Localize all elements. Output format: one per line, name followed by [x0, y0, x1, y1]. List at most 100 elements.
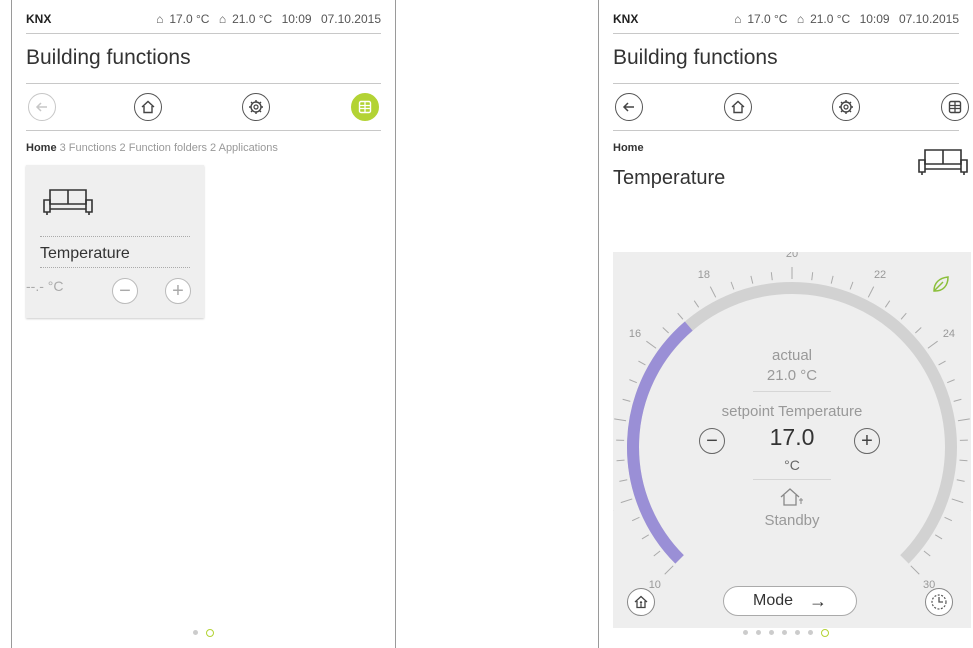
divider — [40, 236, 190, 237]
standby-house-icon — [780, 488, 803, 506]
back-button[interactable] — [615, 93, 643, 121]
setpoint-value: 17.0 — [769, 424, 815, 450]
arrow-right-icon: → — [809, 590, 828, 611]
dial-tick — [934, 534, 943, 540]
dial-tick — [910, 565, 920, 575]
thermostat-panel: 1012141618202224262830 actual 21.0 °C se… — [613, 252, 971, 628]
page-dot[interactable] — [193, 630, 198, 636]
house-person-icon — [634, 595, 648, 609]
breadcrumb-home[interactable]: Home — [613, 142, 644, 154]
dial-tick — [951, 498, 964, 504]
page-dot[interactable] — [769, 630, 774, 636]
page-dot[interactable] — [795, 630, 800, 636]
arrow-left-icon — [35, 102, 47, 112]
dial-label: 24 — [943, 328, 955, 340]
indoor-temp-icon: ⌂ — [218, 12, 227, 26]
function-title: Temperature — [613, 167, 726, 189]
home-button[interactable] — [724, 93, 752, 121]
divider — [26, 33, 381, 34]
settings-button[interactable] — [242, 93, 270, 121]
gear-icon — [839, 100, 853, 114]
grid-icon — [948, 100, 962, 114]
actual-label: actual — [771, 347, 813, 364]
dial-tick — [709, 286, 717, 298]
dial-tick — [730, 281, 735, 290]
dial-tick — [867, 286, 875, 298]
page-title: Building functions — [26, 46, 191, 69]
increase-setpoint-button[interactable]: + — [854, 428, 880, 454]
dial-tick — [619, 479, 628, 482]
presence-button[interactable] — [627, 588, 655, 616]
dial-tick — [923, 550, 931, 557]
indoor-temp: 21.0 °C — [810, 12, 851, 26]
page-indicator — [599, 624, 973, 642]
dial-label: 16 — [629, 328, 641, 340]
minus-icon: − — [706, 429, 718, 452]
clock-date: 07.10.2015 — [898, 12, 959, 26]
left-screen: KNX ⌂ 17.0 °C ⌂ 21.0 °C 10:09 07.10.2015 B… — [11, 0, 396, 648]
clock-time: 10:09 — [281, 12, 312, 26]
divider — [613, 33, 959, 34]
dial-tick — [915, 327, 922, 334]
mode-status: Standby — [764, 512, 820, 529]
mode-button[interactable]: Mode → — [723, 586, 857, 616]
increase-button[interactable]: + — [165, 278, 191, 304]
sofa-icon — [918, 149, 968, 175]
brand-label: KNX — [613, 12, 639, 26]
page-dot-current[interactable] — [206, 628, 214, 637]
outdoor-temp: 17.0 °C — [169, 12, 210, 26]
dial-label: 18 — [698, 269, 710, 281]
timer-button[interactable] — [925, 588, 953, 616]
grid-icon — [358, 100, 372, 114]
outdoor-temp-icon: ⌂ — [734, 12, 742, 26]
decrease-button[interactable]: − — [112, 278, 138, 304]
arrow-left-icon — [622, 102, 634, 112]
dial-tick — [664, 565, 674, 575]
status-bar: KNX ⌂ 17.0 °C ⌂ 21.0 °C 10:09 07.10.2015 — [613, 12, 959, 28]
home-icon — [141, 100, 155, 114]
breadcrumb-summary: 3 Functions 2 Function folders 2 Applica… — [59, 142, 278, 154]
dial-tick — [956, 479, 965, 482]
breadcrumb-home[interactable]: Home — [26, 142, 57, 154]
decrease-setpoint-button[interactable]: − — [699, 428, 725, 454]
page-indicator — [12, 624, 395, 642]
plus-icon: + — [172, 279, 184, 302]
dial-tick — [900, 312, 907, 320]
indoor-temp-icon: ⌂ — [796, 12, 805, 26]
page-dot[interactable] — [756, 630, 761, 636]
back-button[interactable] — [28, 93, 56, 121]
home-icon — [731, 100, 745, 114]
grid-view-button[interactable] — [351, 93, 379, 121]
right-screen: KNX ⌂ 17.0 °C ⌂ 21.0 °C 10:09 07.10.2015 B… — [598, 0, 973, 648]
page-dot[interactable] — [808, 630, 813, 636]
dial-tick — [830, 275, 834, 284]
divider — [753, 479, 831, 480]
dial-label: 22 — [874, 269, 886, 281]
page-title: Building functions — [613, 46, 778, 69]
page-dot[interactable] — [782, 630, 787, 636]
page-dot[interactable] — [743, 630, 748, 636]
eco-leaf-icon[interactable] — [931, 274, 951, 294]
grid-view-button[interactable] — [941, 93, 969, 121]
divider — [753, 391, 831, 392]
page-dot-current[interactable] — [821, 628, 829, 637]
dial-tick — [662, 327, 669, 334]
dial-label: 20 — [786, 252, 798, 260]
status-bar: KNX ⌂ 17.0 °C ⌂ 21.0 °C 10:09 07.10.2015 — [26, 12, 381, 28]
divider — [26, 83, 381, 84]
function-tile-temperature[interactable]: Temperature --.- °C − + — [26, 165, 204, 318]
sofa-icon — [43, 189, 93, 215]
home-button[interactable] — [134, 93, 162, 121]
dial-tick — [750, 275, 754, 284]
divider — [40, 267, 190, 268]
divider — [613, 83, 959, 84]
dial-tick — [622, 398, 631, 402]
mode-button-label: Mode — [752, 592, 794, 609]
dial-tick — [884, 300, 891, 308]
plus-icon: + — [861, 429, 873, 452]
indoor-temp: 21.0 °C — [232, 12, 273, 26]
breadcrumb: Home 3 Functions 2 Function folders 2 Ap… — [26, 142, 278, 154]
settings-button[interactable] — [832, 93, 860, 121]
minus-icon: − — [119, 279, 131, 302]
dial-label: 10 — [649, 579, 661, 591]
